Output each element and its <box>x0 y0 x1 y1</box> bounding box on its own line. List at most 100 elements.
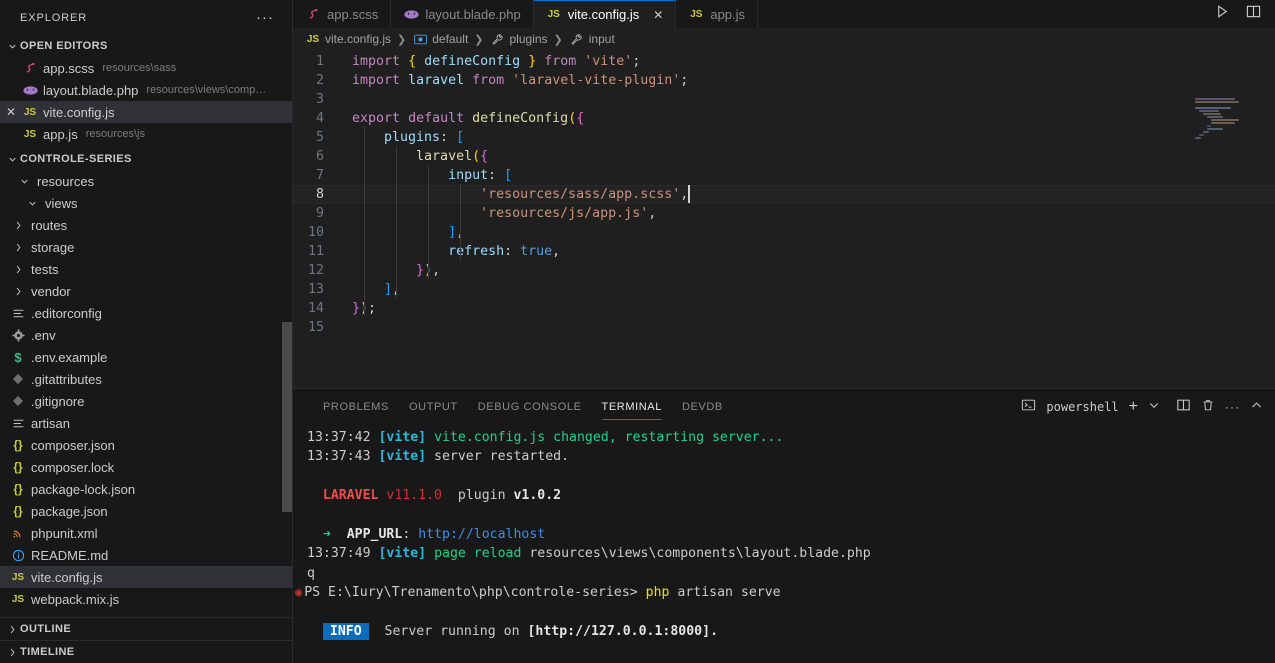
shell-name[interactable]: powershell <box>1046 400 1118 414</box>
tab-label: layout.blade.php <box>425 6 521 22</box>
terminal-output[interactable]: 13:37:42 [vite] vite.config.js changed, … <box>293 424 1275 663</box>
tab-output[interactable]: OUTPUT <box>399 389 468 424</box>
sidebar-scrollbar[interactable] <box>282 322 292 512</box>
split-editor-icon[interactable] <box>1246 4 1261 24</box>
line-content[interactable]: ], <box>340 280 400 299</box>
close-icon[interactable]: ✕ <box>0 105 22 119</box>
code-token: 'vite' <box>584 54 633 69</box>
tree-file-gitattributes[interactable]: .gitattributes <box>0 368 292 390</box>
line-content[interactable]: 'resources/sass/app.scss', <box>340 185 690 204</box>
tree-file-editorconfig[interactable]: .editorconfig <box>0 302 292 324</box>
breadcrumb-item-plugins[interactable]: plugins <box>490 31 548 47</box>
tree-file-vite-config[interactable]: JS vite.config.js <box>0 566 292 588</box>
tree-folder-routes[interactable]: routes <box>0 214 292 236</box>
tab-app-scss[interactable]: app.scss <box>293 0 392 28</box>
code-line[interactable]: 10 ], <box>293 223 1275 242</box>
tree-file-phpunit-xml[interactable]: phpunit.xml <box>0 522 292 544</box>
code-line[interactable]: 11 refresh: true, <box>293 242 1275 261</box>
tree-file-webpack-mix[interactable]: JS webpack.mix.js <box>0 588 292 610</box>
breadcrumb-item-file[interactable]: JS vite.config.js <box>305 31 391 47</box>
tree-file-composer-json[interactable]: {} composer.json <box>0 434 292 456</box>
code-line[interactable]: 15 <box>293 318 1275 337</box>
line-content[interactable]: }), <box>340 261 440 280</box>
tab-terminal[interactable]: TERMINAL <box>592 389 672 424</box>
tree-folder-tests[interactable]: tests <box>0 258 292 280</box>
tab-layout-blade-php[interactable]: layout.blade.php <box>391 0 534 28</box>
tab-app-js[interactable]: JS app.js <box>676 0 759 28</box>
timeline-section[interactable]: TIMELINE <box>0 640 292 663</box>
close-icon[interactable]: ✕ <box>653 8 663 22</box>
collapse-panel-icon[interactable] <box>1250 399 1263 415</box>
chevron-down-icon[interactable] <box>1148 399 1160 414</box>
tree-file-env-example[interactable]: $ .env.example <box>0 346 292 368</box>
tab-problems[interactable]: PROBLEMS <box>313 389 399 424</box>
tree-file-readme[interactable]: README.md <box>0 544 292 566</box>
code-editor[interactable]: 1 import { defineConfig } from 'vite'; 2 im… <box>293 50 1275 388</box>
tree-folder-views[interactable]: views <box>0 192 292 214</box>
code-line[interactable]: 6 laravel({ <box>293 147 1275 166</box>
tree-file-artisan[interactable]: artisan <box>0 412 292 434</box>
outline-section[interactable]: OUTLINE <box>0 617 292 640</box>
line-content[interactable]: }); <box>340 299 376 318</box>
breadcrumb-item-input[interactable]: input <box>569 31 615 47</box>
code-lines[interactable]: 1 import { defineConfig } from 'vite'; 2 im… <box>293 50 1275 337</box>
open-editor-item[interactable]: JS app.js resources\js <box>0 123 292 145</box>
breadcrumb-item-default[interactable]: default <box>412 31 468 47</box>
code-line[interactable]: 8 'resources/sass/app.scss', <box>293 185 1275 204</box>
line-content[interactable]: input: [ <box>340 166 512 185</box>
line-content[interactable]: refresh: true, <box>340 242 560 261</box>
code-line[interactable]: 12 }), <box>293 261 1275 280</box>
line-content[interactable]: import { defineConfig } from 'vite'; <box>340 52 640 71</box>
tree-file-package-lock-json[interactable]: {} package-lock.json <box>0 478 292 500</box>
line-content[interactable]: laravel({ <box>340 147 488 166</box>
open-editor-item[interactable]: app.scss resources\sass <box>0 57 292 79</box>
chevron-right-icon <box>4 646 20 658</box>
section-workspace[interactable]: CONTROLE-SERIES <box>0 148 292 170</box>
code-line[interactable]: 1 import { defineConfig } from 'vite'; <box>293 52 1275 71</box>
code-line[interactable]: 14}); <box>293 299 1275 318</box>
run-icon[interactable] <box>1215 4 1230 24</box>
line-content[interactable]: ], <box>340 223 464 242</box>
trash-icon[interactable] <box>1201 398 1215 415</box>
code-line[interactable]: 2 import laravel from 'laravel-vite-plugi… <box>293 71 1275 90</box>
line-content[interactable]: export default defineConfig({ <box>340 109 584 128</box>
terminal-line: 13:37:43 [vite] server restarted. <box>307 447 1275 466</box>
tree-folder-resources[interactable]: resources <box>0 170 292 192</box>
ellipsis-icon[interactable]: ··· <box>256 9 284 26</box>
terminal-icon[interactable] <box>1021 398 1036 415</box>
section-open-editors[interactable]: OPEN EDITORS <box>0 35 292 57</box>
code-line[interactable]: 5 plugins: [ <box>293 128 1275 147</box>
tree-file-package-json[interactable]: {} package.json <box>0 500 292 522</box>
line-content[interactable]: import laravel from 'laravel-vite-plugin… <box>340 71 688 90</box>
open-editor-item-active[interactable]: ✕ JS vite.config.js <box>0 101 292 123</box>
code-line[interactable]: 4 export default defineConfig({ <box>293 109 1275 128</box>
new-terminal-icon[interactable]: + <box>1129 398 1138 416</box>
tab-vite-config-js[interactable]: JS vite.config.js ✕ <box>533 0 677 28</box>
more-actions-icon[interactable]: ··· <box>1225 400 1240 414</box>
code-line[interactable]: 7 input: [ <box>293 166 1275 185</box>
minimap[interactable] <box>1195 50 1261 388</box>
line-content[interactable]: 'resources/js/app.js', <box>340 204 656 223</box>
code-line[interactable]: 9 'resources/js/app.js', <box>293 204 1275 223</box>
terminal-token: artisan serve <box>669 585 781 601</box>
tree-folder-vendor[interactable]: vendor <box>0 280 292 302</box>
tree-file-env[interactable]: .env <box>0 324 292 346</box>
tab-devdb[interactable]: DEVDB <box>672 389 733 424</box>
code-line[interactable]: 3 <box>293 90 1275 109</box>
dollar-icon: $ <box>14 349 22 365</box>
tab-debug-console[interactable]: DEBUG CONSOLE <box>468 389 592 424</box>
tree-file-gitignore[interactable]: .gitignore <box>0 390 292 412</box>
line-content[interactable]: plugins: [ <box>340 128 464 147</box>
code-line[interactable]: 13 ], <box>293 280 1275 299</box>
open-editor-item[interactable]: layout.blade.php resources\views\comp… <box>0 79 292 101</box>
split-terminal-icon[interactable] <box>1176 398 1191 415</box>
tree-file-composer-lock[interactable]: {} composer.lock <box>0 456 292 478</box>
tree-folder-storage[interactable]: storage <box>0 236 292 258</box>
